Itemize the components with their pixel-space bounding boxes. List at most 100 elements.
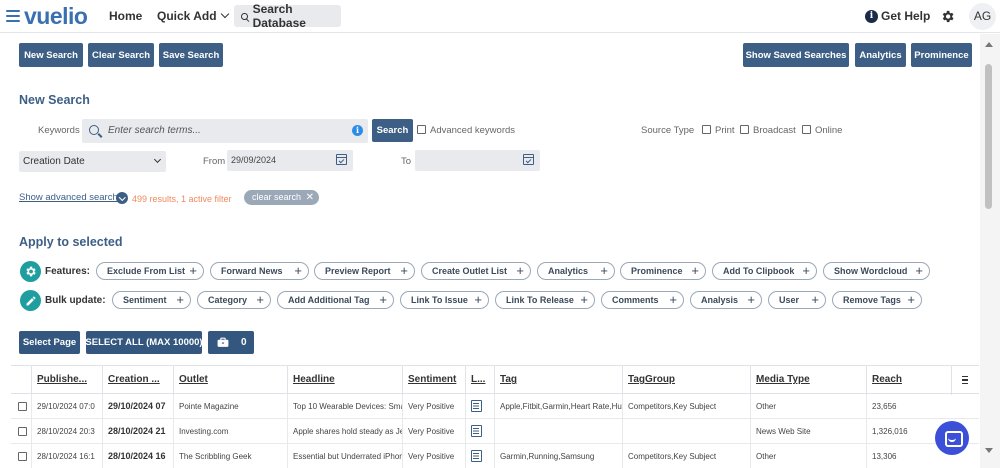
bulk-add-additional-tag[interactable]: Add Additional Tag + [277,291,394,309]
from-label: From [203,156,226,167]
table-row[interactable]: 29/10/2024 07:0 29/10/2024 07 Pointe Mag… [11,394,979,419]
cell-link[interactable] [465,444,494,468]
plus-icon: + [669,292,677,307]
plus-icon: + [400,263,408,278]
feature-preview-report[interactable]: Preview Report + [314,262,415,280]
advanced-keywords-checkbox[interactable] [417,125,426,134]
analytics-button[interactable]: Analytics [855,43,906,67]
feature-show-wordcloud[interactable]: Show Wordcloud + [823,262,930,280]
logo[interactable]: vuelio [6,5,88,28]
row-checkbox[interactable] [18,402,27,411]
briefcase-count-button[interactable]: 0 [208,331,254,354]
bulk-comments[interactable]: Comments + [601,291,684,309]
chat-icon[interactable] [935,421,969,455]
feature-forward-news[interactable]: Forward News + [210,262,309,280]
source-online-label: Online [815,125,843,136]
pill-label: Exclude From List [107,266,186,276]
plus-icon: + [294,263,302,278]
select-page-button[interactable]: Select Page [19,331,80,354]
scrollbar-thumb[interactable] [985,64,992,209]
plus-icon: + [474,292,482,307]
cell-link[interactable] [465,419,494,444]
chevron-down-icon[interactable] [116,192,128,204]
feature-analytics[interactable]: Analytics + [537,262,615,280]
nav-home[interactable]: Home [109,9,142,23]
bulk-link-to-release[interactable]: Link To Release + [495,291,595,309]
article-icon[interactable] [471,400,482,412]
avatar[interactable]: AG [969,3,996,30]
col-published[interactable]: Publishe... [31,366,102,395]
clear-search-button[interactable]: Clear Search [88,43,154,67]
scroll-down-icon[interactable] [985,448,993,453]
bulk-link-to-issue[interactable]: Link To Issue + [400,291,489,309]
plus-icon: + [802,263,810,278]
cell-headline[interactable]: Essential but Underrated iPhone F [287,444,402,468]
cell-headline[interactable]: Apple shares hold steady as Jeffe [287,419,402,444]
to-date-input[interactable] [415,150,540,171]
col-taggroup[interactable]: TagGroup [622,366,750,395]
plus-icon: + [379,292,387,307]
close-icon[interactable]: ✕ [306,190,314,205]
table-row[interactable]: 28/10/2024 20:3 28/10/2024 21 Investing.… [11,419,979,444]
feature-exclude-from-list[interactable]: Exclude From List + [96,262,204,280]
pill-label: Sentiment [123,295,167,305]
source-broadcast-checkbox[interactable] [740,125,749,134]
from-date-input[interactable]: 29/09/2024 [227,150,353,171]
save-search-button[interactable]: Save Search [159,43,223,67]
col-tag[interactable]: Tag [494,366,622,395]
nav-quick-add[interactable]: Quick Add [157,9,229,23]
col-headline[interactable]: Headline [287,366,402,395]
new-search-button[interactable]: New Search [19,43,83,67]
select-all-button[interactable]: SELECT ALL (MAX 10000) [85,331,203,354]
cell-headline[interactable]: Top 10 Wearable Devices: Smart [287,394,402,419]
prominence-button[interactable]: Prominence [911,43,972,67]
cell-media-type: News Web Site [750,419,866,444]
col-creation[interactable]: Creation ... [102,366,173,395]
source-type-label: Source Type [641,125,695,136]
article-icon[interactable] [471,450,482,462]
col-outlet[interactable]: Outlet [173,366,287,395]
keywords-input[interactable]: Enter search terms... i [82,119,368,143]
bulk-update-label: Bulk update: [45,295,106,306]
bulk-remove-tags[interactable]: Remove Tags + [832,291,922,309]
pill-label: Add To Clipbook [723,266,795,276]
source-print-checkbox[interactable] [702,125,711,134]
bulk-category[interactable]: Category + [197,291,271,309]
feature-create-outlet-list[interactable]: Create Outlet List + [421,262,531,280]
feature-add-to-clipbook[interactable]: Add To Clipbook + [712,262,817,280]
date-field-select[interactable]: Creation Date [19,151,166,172]
results-info: 499 results, 1 active filter [132,194,232,204]
col-media-type[interactable]: Media Type [750,366,866,395]
source-online-checkbox[interactable] [802,125,811,134]
search-database-button[interactable]: Search Database [234,2,341,30]
pill-label: Create Outlet List [432,266,508,276]
bulk-sentiment[interactable]: Sentiment + [112,291,191,309]
cell-link[interactable] [465,394,494,419]
scroll-up-icon[interactable] [985,42,993,47]
bulk-user[interactable]: User + [768,291,826,309]
feature-prominence[interactable]: Prominence + [620,262,706,280]
calendar-icon[interactable] [523,154,534,165]
info-icon[interactable]: i [352,125,363,136]
col-reach[interactable]: Reach [866,366,951,395]
column-menu-icon[interactable] [962,376,968,386]
show-advanced-search-link[interactable]: Show advanced search [19,192,118,203]
row-checkbox[interactable] [18,427,27,436]
menu-icon[interactable] [6,10,20,22]
pill-label: Analytics [548,266,589,276]
search-button[interactable]: Search [372,119,413,142]
row-checkbox[interactable] [18,452,27,461]
show-saved-searches-button[interactable]: Show Saved Searches [743,43,849,67]
col-link[interactable]: L... [465,366,494,395]
get-help-link[interactable]: i Get Help [865,9,930,23]
article-icon[interactable] [471,425,482,437]
clear-search-chip[interactable]: clear search ✕ [244,190,320,205]
gear-icon[interactable] [940,9,955,24]
bulk-analysis[interactable]: Analysis + [690,291,762,309]
table-row[interactable]: 28/10/2024 16:1 28/10/2024 16 The Scribb… [11,444,979,468]
page-scrollbar[interactable] [980,34,1000,468]
col-sentiment[interactable]: Sentiment [402,366,465,395]
info-icon: i [865,9,878,23]
calendar-icon[interactable] [336,154,347,165]
table-header: Publishe... Creation ... Outlet Headline… [11,365,979,395]
